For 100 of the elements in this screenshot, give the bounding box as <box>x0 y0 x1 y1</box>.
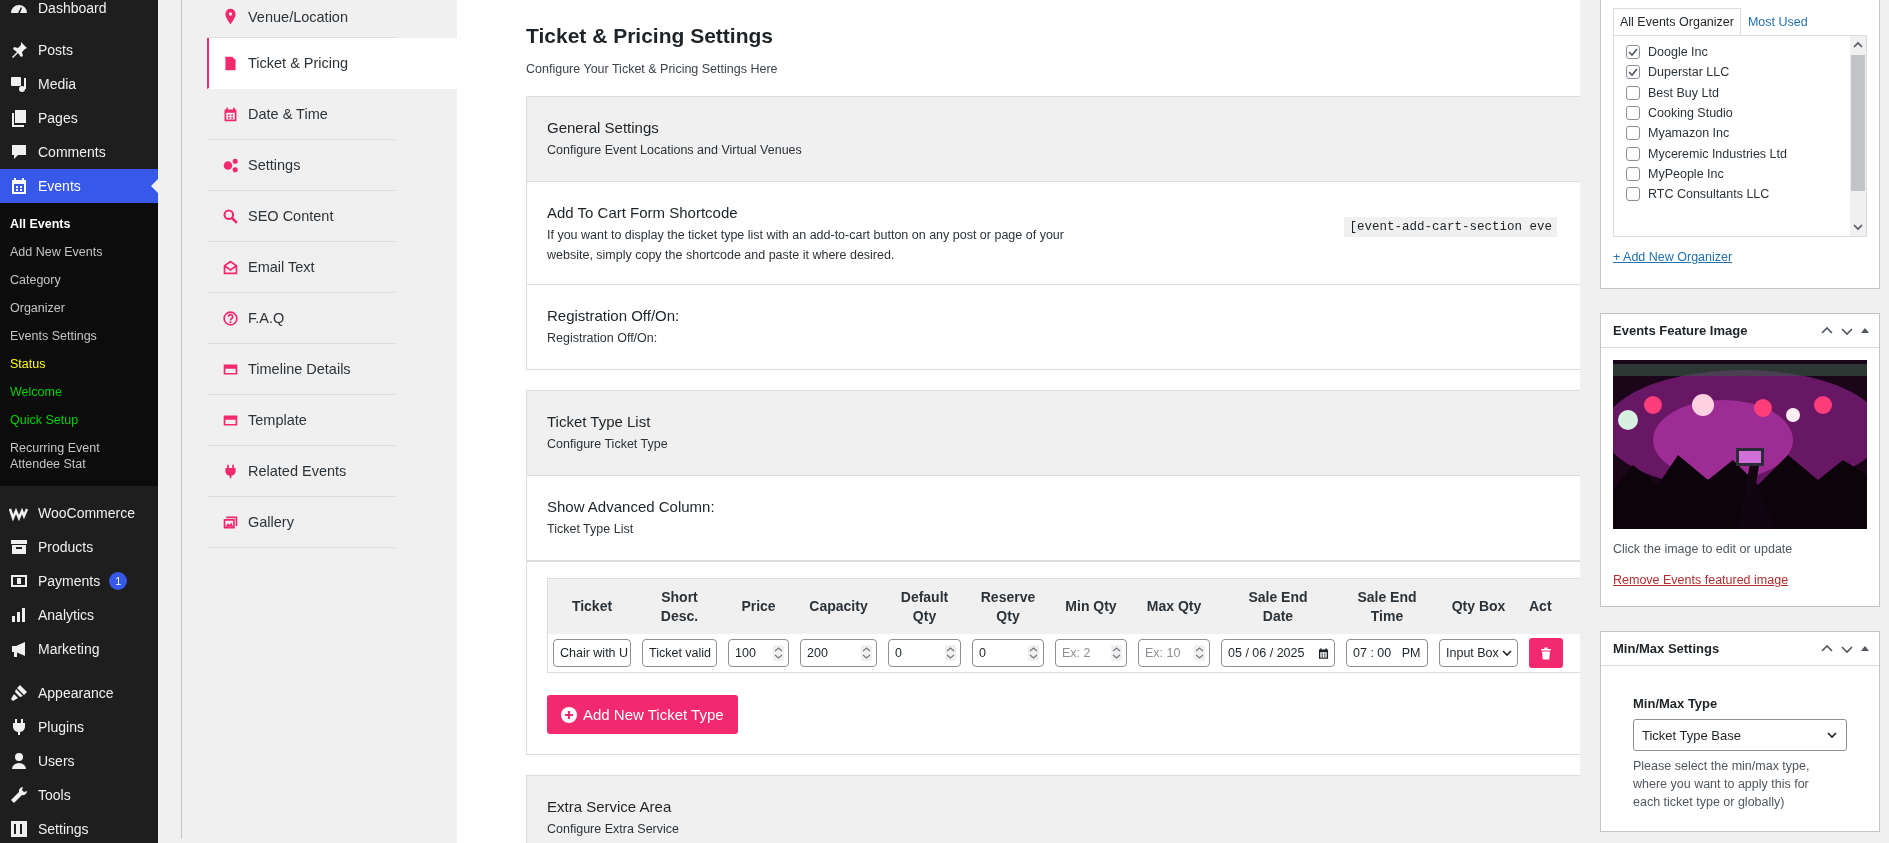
checkbox[interactable] <box>1626 126 1640 141</box>
menu-item[interactable]: Dashboard <box>0 0 158 25</box>
page-subtitle: Configure Your Ticket & Pricing Settings Here <box>526 62 779 76</box>
settings-tab[interactable]: Settings <box>207 140 395 191</box>
submenu-item[interactable]: Category <box>0 266 158 294</box>
submenu-item[interactable]: Welcome <box>0 378 158 406</box>
checkbox[interactable] <box>1626 45 1640 60</box>
spinner-icon <box>945 645 956 661</box>
submenu-item[interactable]: Add New Events <box>0 238 158 266</box>
settings-tab[interactable]: SEO Content <box>207 191 395 242</box>
panel-title: Events Feature Image <box>1613 323 1748 338</box>
organizer-label: Doogle Inc <box>1648 45 1708 60</box>
text-field[interactable]: Chair with U <box>553 639 631 667</box>
organizer-label: MyPeople Inc <box>1648 166 1724 181</box>
panel-tab[interactable]: All Events Organizer <box>1613 8 1741 35</box>
settings-tab[interactable]: Gallery <box>207 497 395 548</box>
dropdown[interactable]: Ticket Type Base <box>1633 719 1847 751</box>
speech-bubble-icon <box>9 142 29 162</box>
menu-item[interactable]: Products <box>0 530 158 564</box>
settings-tab[interactable]: Timeline Details <box>207 344 395 395</box>
checkbox[interactable] <box>1626 106 1640 121</box>
number-field[interactable]: 0 <box>888 639 961 667</box>
triangle-icon <box>1861 326 1869 335</box>
menu-item[interactable]: Users <box>0 744 158 778</box>
number-field[interactable]: 0 <box>972 639 1044 667</box>
checkbox[interactable] <box>1626 65 1640 80</box>
text-field[interactable]: Ticket valid <box>642 639 717 667</box>
check-icon <box>1628 67 1638 78</box>
checkbox[interactable] <box>1626 146 1640 161</box>
submenu-item[interactable]: Events Settings <box>0 322 158 350</box>
menu-item[interactable]: Marketing <box>0 632 158 666</box>
submenu-item[interactable]: Quick Setup <box>0 406 158 434</box>
calendar-icon <box>222 105 239 123</box>
triangle-icon <box>1861 644 1869 653</box>
checkbox[interactable] <box>1626 85 1640 100</box>
settings-tab[interactable]: Email Text <box>207 242 395 293</box>
column-header: Sale End Time <box>1356 587 1418 626</box>
panel-tab[interactable]: Most Used <box>1740 8 1815 35</box>
spinner-icon <box>861 645 872 661</box>
menu-item[interactable]: Pages <box>0 101 158 135</box>
collapse-button[interactable] <box>1861 326 1869 335</box>
menu-item[interactable]: Analytics <box>0 598 158 632</box>
organizer-label: Cooking Studio <box>1648 106 1733 121</box>
column-header: Default Qty <box>899 587 950 626</box>
section-title: Show Advanced Column: <box>547 498 715 515</box>
spinner-icon <box>1194 645 1205 661</box>
section-title: Ticket Type List <box>547 413 652 430</box>
number-field[interactable]: 100 <box>728 639 789 667</box>
envelope-icon <box>222 258 239 276</box>
delete-button[interactable] <box>1529 638 1563 668</box>
trash-icon <box>1538 645 1554 661</box>
submenu-item[interactable]: Organizer <box>0 294 158 322</box>
menu-item[interactable]: WooCommerce <box>0 496 158 530</box>
time-field[interactable]: 07 : 00 PM <box>1346 639 1428 667</box>
settings-tab[interactable]: Ticket & Pricing <box>207 38 457 89</box>
settings-tab[interactable]: Date & Time <box>207 89 395 140</box>
settings-tab[interactable]: Template <box>207 395 395 446</box>
add-organizer-link[interactable]: + Add New Organizer <box>1613 250 1733 264</box>
user-icon <box>9 751 29 771</box>
checkbox[interactable] <box>1626 187 1640 202</box>
menu-item[interactable]: Tools <box>0 778 158 812</box>
section-title: Registration Off/On: <box>547 307 680 324</box>
menu-item[interactable]: Appearance <box>0 676 158 710</box>
collapse-button[interactable] <box>1861 644 1869 653</box>
date-field[interactable]: 05 / 06 / 2025 <box>1221 639 1335 667</box>
menu-item[interactable]: Payments 1 <box>0 564 158 598</box>
number-field[interactable]: 200 <box>800 639 877 667</box>
calendar-icon <box>9 176 29 196</box>
scroll-down-icon <box>1852 221 1864 233</box>
menu-item[interactable]: Events <box>0 169 158 203</box>
submenu-item[interactable]: Status <box>0 350 158 378</box>
organizer-label: Myamazon Inc <box>1648 126 1730 141</box>
dropdown[interactable]: Input Box <box>1439 639 1518 667</box>
section-description: Configure Event Locations and Virtual Venues <box>547 142 802 159</box>
menu-item[interactable]: Posts <box>0 33 158 67</box>
add-ticket-type-button[interactable]: Add New Ticket Type <box>547 695 738 734</box>
remove-image-link[interactable]: Remove Events featured image <box>1613 573 1789 587</box>
submenu-item[interactable]: All Events <box>0 210 158 238</box>
settings-tab[interactable]: Related Events <box>207 446 395 497</box>
spinner-icon <box>1028 645 1039 661</box>
menu-item[interactable]: Media <box>0 67 158 101</box>
spinner-icon <box>773 645 784 661</box>
organizer-label: RTC Consultants LLC <box>1648 187 1770 202</box>
submenu-item[interactable]: Recurring Event Attendee Stat <box>0 434 158 478</box>
help-text: Please select the min/max type, where you want to apply this for each ticket type or globally) <box>1633 758 1811 811</box>
checkbox[interactable] <box>1626 166 1640 181</box>
calendar-icon <box>1317 646 1330 660</box>
paintbrush-icon <box>9 683 29 703</box>
settings-tab[interactable]: F.A.Q <box>207 293 395 344</box>
section-title: Add To Cart Form Shortcode <box>547 204 739 221</box>
menu-item[interactable]: Plugins <box>0 710 158 744</box>
search-icon <box>222 207 239 225</box>
scrollbar[interactable] <box>1850 36 1866 236</box>
section-title: General Settings <box>547 119 660 136</box>
menu-item[interactable]: Settings <box>0 812 158 843</box>
plug-icon <box>222 462 239 480</box>
field-label: Min/Max Type <box>1633 696 1719 711</box>
menu-item[interactable]: Comments <box>0 135 158 169</box>
shortcode: [event-add-cart-section eve <box>1344 217 1557 237</box>
spinner-icon <box>1111 645 1122 661</box>
